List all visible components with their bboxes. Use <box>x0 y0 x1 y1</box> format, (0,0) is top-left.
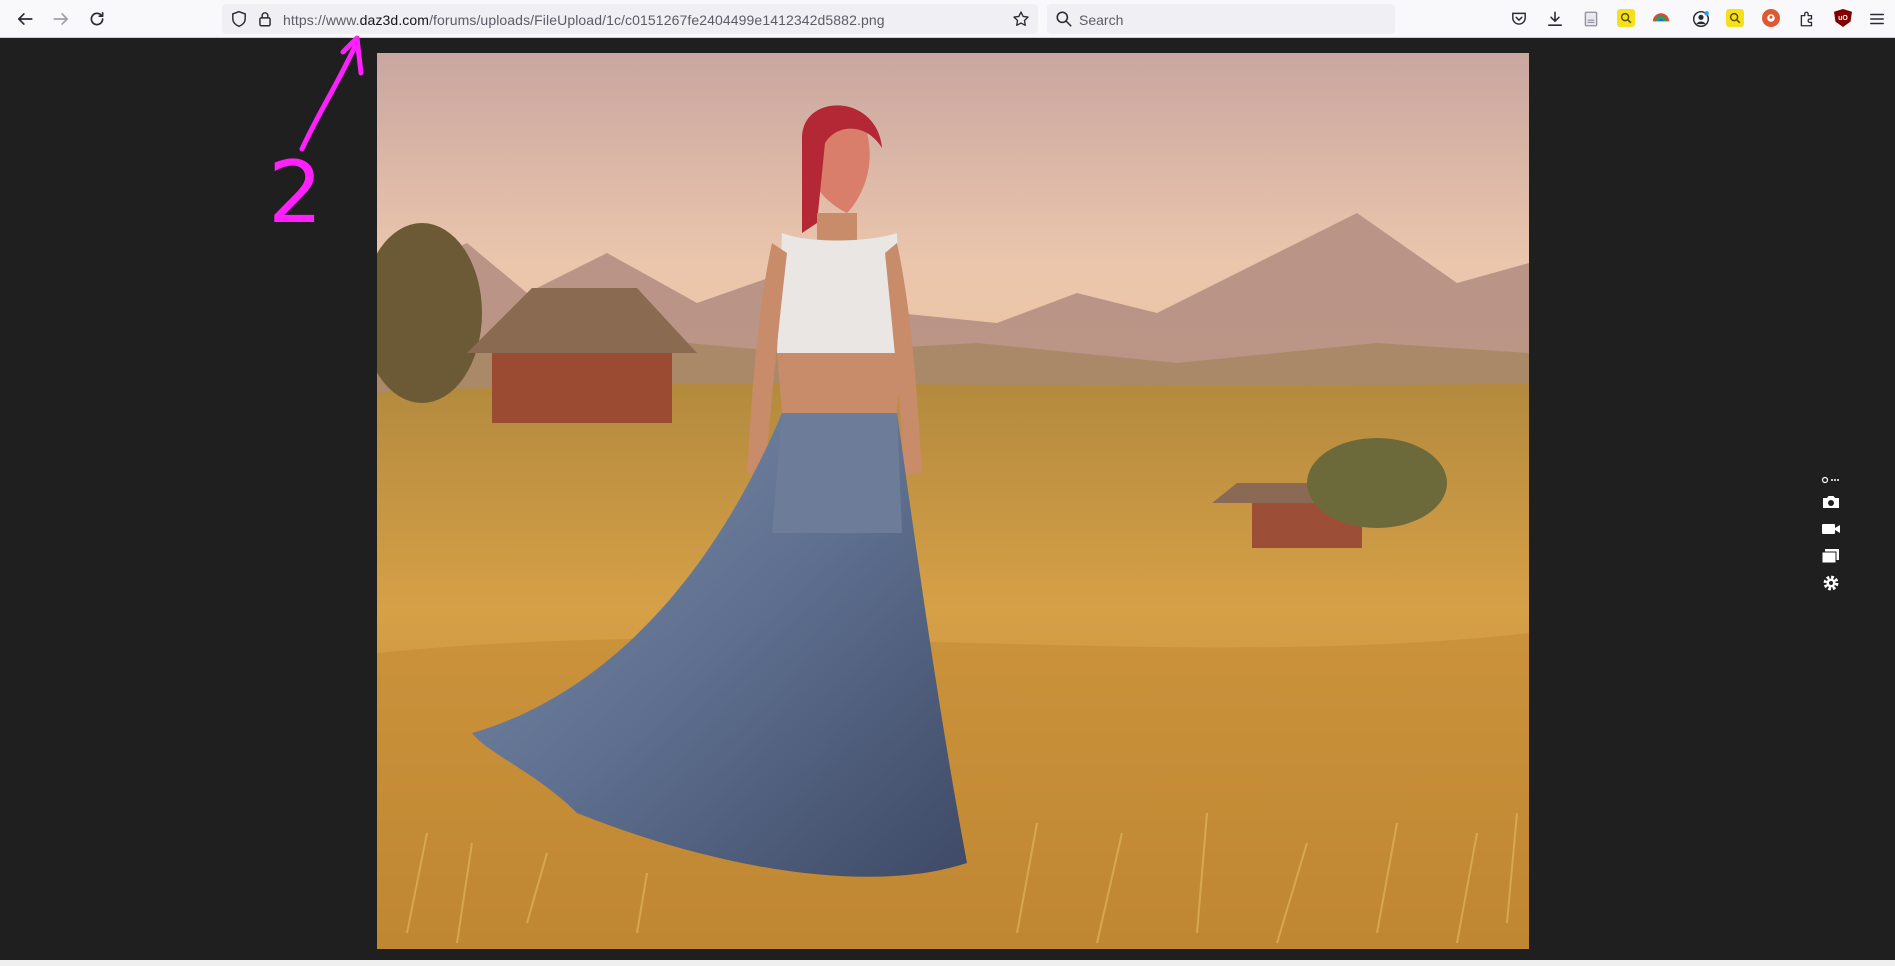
duckduckgo-icon[interactable] <box>1762 9 1780 27</box>
extension-icon[interactable] <box>1726 9 1744 27</box>
field-portrait-illustration <box>377 53 1529 949</box>
pocket-icon[interactable] <box>1506 6 1532 32</box>
account-icon[interactable] <box>1688 6 1714 32</box>
search-bar[interactable]: Search <box>1047 4 1395 34</box>
video-icon[interactable] <box>1818 517 1844 541</box>
annotation-number: 2 <box>268 143 323 243</box>
extension-icon[interactable] <box>1652 9 1670 27</box>
camera-icon[interactable] <box>1818 490 1844 514</box>
gallery-icon[interactable] <box>1818 544 1844 568</box>
viewed-image[interactable] <box>377 53 1529 949</box>
link-more-icon[interactable] <box>1818 473 1844 487</box>
viewer-tools <box>1818 470 1848 598</box>
bottom-scrollbar[interactable] <box>0 960 1895 966</box>
url-path: /forums/uploads/FileUpload/1c/c0151267fe… <box>429 12 885 28</box>
search-icon <box>1051 6 1077 32</box>
ublock-icon[interactable]: uO <box>1834 9 1852 27</box>
downloads-icon[interactable] <box>1542 6 1568 32</box>
annotation-arrow <box>299 35 364 152</box>
menu-icon[interactable] <box>1864 6 1890 32</box>
extension-icon[interactable] <box>1617 9 1635 27</box>
settings-icon[interactable] <box>1818 571 1844 595</box>
extensions-puzzle-icon[interactable] <box>1794 6 1820 32</box>
reader-icon[interactable] <box>1578 6 1604 32</box>
ublock-badge: uO <box>1838 14 1848 22</box>
search-placeholder: Search <box>1079 12 1124 28</box>
bookmark-star-icon[interactable] <box>1008 6 1034 32</box>
